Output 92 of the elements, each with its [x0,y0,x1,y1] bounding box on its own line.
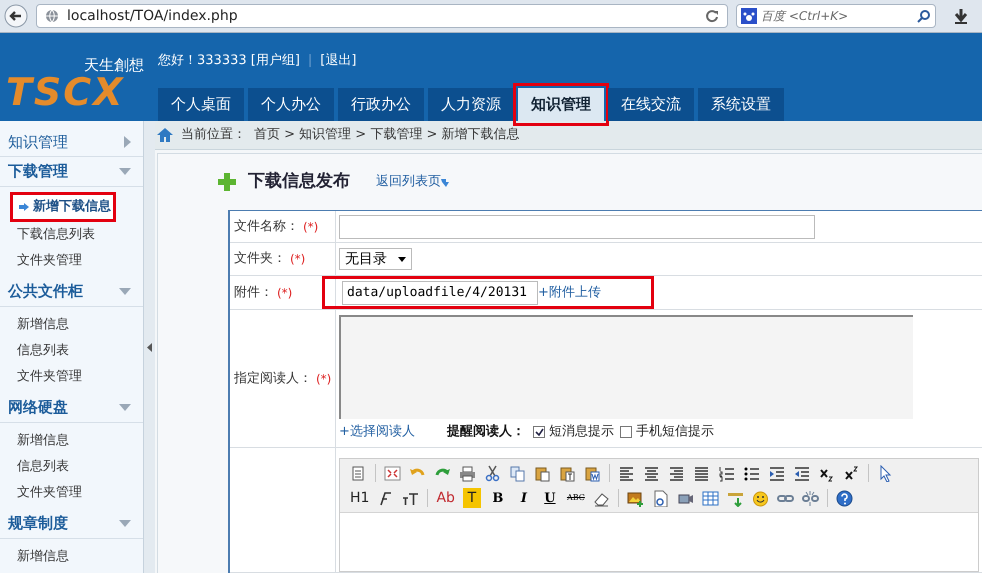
reload-icon[interactable] [705,9,719,23]
numbered-list-icon[interactable] [718,464,735,482]
checkbox[interactable] [533,426,545,438]
checkbox[interactable] [620,426,632,438]
help-icon[interactable] [836,490,853,506]
field-label: 文件夹： [234,250,286,268]
globe-icon [45,9,59,23]
back-link[interactable]: 返回列表页 [376,172,451,192]
rich-text-editor[interactable]: H1 Ab T B I U ABC [339,458,979,572]
sidebar-item[interactable]: 信息列表 [0,338,143,364]
breadcrumb-label: 当前位置： [181,126,246,144]
nav-tab[interactable]: 个人办公 [248,88,334,121]
toolbar-button[interactable]: Ab [436,488,455,508]
url-text: localhost/TOA/index.php [67,6,239,26]
greeting-text: 您好！333333 [用户组] [158,52,300,70]
sidebar-item[interactable]: 下载信息列表 [0,222,143,248]
bullet-list-icon[interactable] [743,464,760,482]
address-bar[interactable]: localhost/TOA/index.php [36,4,728,28]
toolbar-button[interactable]: I [514,488,533,508]
superscript-icon[interactable] [843,464,860,482]
nav-tab[interactable]: 人力资源 [428,88,514,121]
table-icon[interactable] [702,490,719,506]
home-icon [157,128,173,142]
required-mark: (*) [277,284,292,302]
sidebar-item[interactable]: 信息列表 [0,454,143,480]
logo-tagline: 天生創想 [84,58,145,72]
folder-dropdown[interactable]: 无目录 [339,248,412,270]
caret-down-icon [398,256,406,262]
sidebar-item[interactable]: 文件夹管理 [0,364,143,390]
paste-text-icon[interactable] [559,464,576,482]
required-mark: (*) [303,218,318,236]
nav-tab[interactable]: 在线交流 [608,88,694,121]
sidebar-item[interactable]: 新增信息 [0,428,143,454]
required-mark: (*) [316,370,332,388]
reader-textarea[interactable] [339,315,913,419]
required-mark: (*) [290,251,306,268]
toolbar-button[interactable]: B [488,488,507,508]
separator: | [308,52,312,70]
checkbox-label: 短消息提示 [549,423,614,442]
paste-word-icon[interactable] [584,464,601,482]
printer-icon[interactable] [459,464,476,482]
toolbar-button[interactable]: H1 [350,488,370,508]
plus-icon [218,173,236,191]
unlink-icon[interactable] [802,490,819,506]
back-icon[interactable] [4,4,28,28]
toolbar-button[interactable]: ABC [566,488,585,508]
image-icon[interactable] [626,490,644,506]
nav-tab[interactable]: 行政办公 [338,88,424,121]
attachment-input[interactable]: data/uploadfile/4/20131 [342,280,538,304]
arrow-right-icon [19,203,29,212]
search-icon[interactable] [917,9,931,23]
indent-icon[interactable] [768,464,785,482]
field-label: 附件： [234,284,273,302]
arrow-down-icon [441,177,451,187]
smiley-icon[interactable] [752,490,769,506]
sidebar-item[interactable]: 新增下载信息 [10,192,116,222]
download-icon[interactable] [952,7,970,25]
nav-tab[interactable]: 系统设置 [698,88,784,121]
sidebar-item[interactable]: 新增信息 [0,544,143,570]
align-left-icon[interactable] [618,464,635,482]
toolbar-button[interactable]: U [540,488,559,508]
fullscreen-icon[interactable] [384,464,401,482]
field-label: 指定阅读人： [234,370,312,388]
select-reader-link[interactable]: +选择阅读人 [339,422,447,442]
outdent-icon[interactable] [793,464,810,482]
breadcrumb-path: 首页 > 知识管理 > 下载管理 > 新增下载信息 [254,126,520,144]
scissors-icon[interactable] [484,464,501,482]
align-right-icon[interactable] [668,464,685,482]
nav-tab[interactable]: 知识管理 [518,88,604,121]
justify-icon[interactable] [693,464,710,482]
search-field[interactable]: 百度 <Ctrl+K> [736,4,936,28]
logo-letters: TSCX [6,72,124,110]
toolbar-button[interactable]: T [462,488,481,508]
caret-left-icon [147,342,152,352]
checkmark-icon [534,428,544,436]
sidebar-item[interactable]: 文件夹管理 [0,480,143,506]
paste-icon[interactable] [534,464,551,482]
text-input[interactable] [339,214,815,238]
upload-link[interactable]: +附件上传 [538,282,601,302]
remind-label: 提醒阅读人： [447,423,525,442]
nav-tab[interactable]: 个人桌面 [158,88,244,121]
sidebar-item[interactable]: 文件夹管理 [0,248,143,274]
sidebar-item[interactable]: 新增信息 [0,312,143,338]
logout-link[interactable]: [退出] [320,50,356,70]
align-center-icon[interactable] [643,464,660,482]
paw-icon [741,8,757,24]
page-title: 下载信息发布 [248,170,350,194]
file-icon[interactable] [652,490,669,506]
field-label: 文件名称： [234,218,299,236]
checkbox-label: 手机短信提示 [636,423,714,442]
search-input[interactable]: 百度 <Ctrl+K> [761,7,913,25]
copy-icon[interactable] [509,464,526,482]
